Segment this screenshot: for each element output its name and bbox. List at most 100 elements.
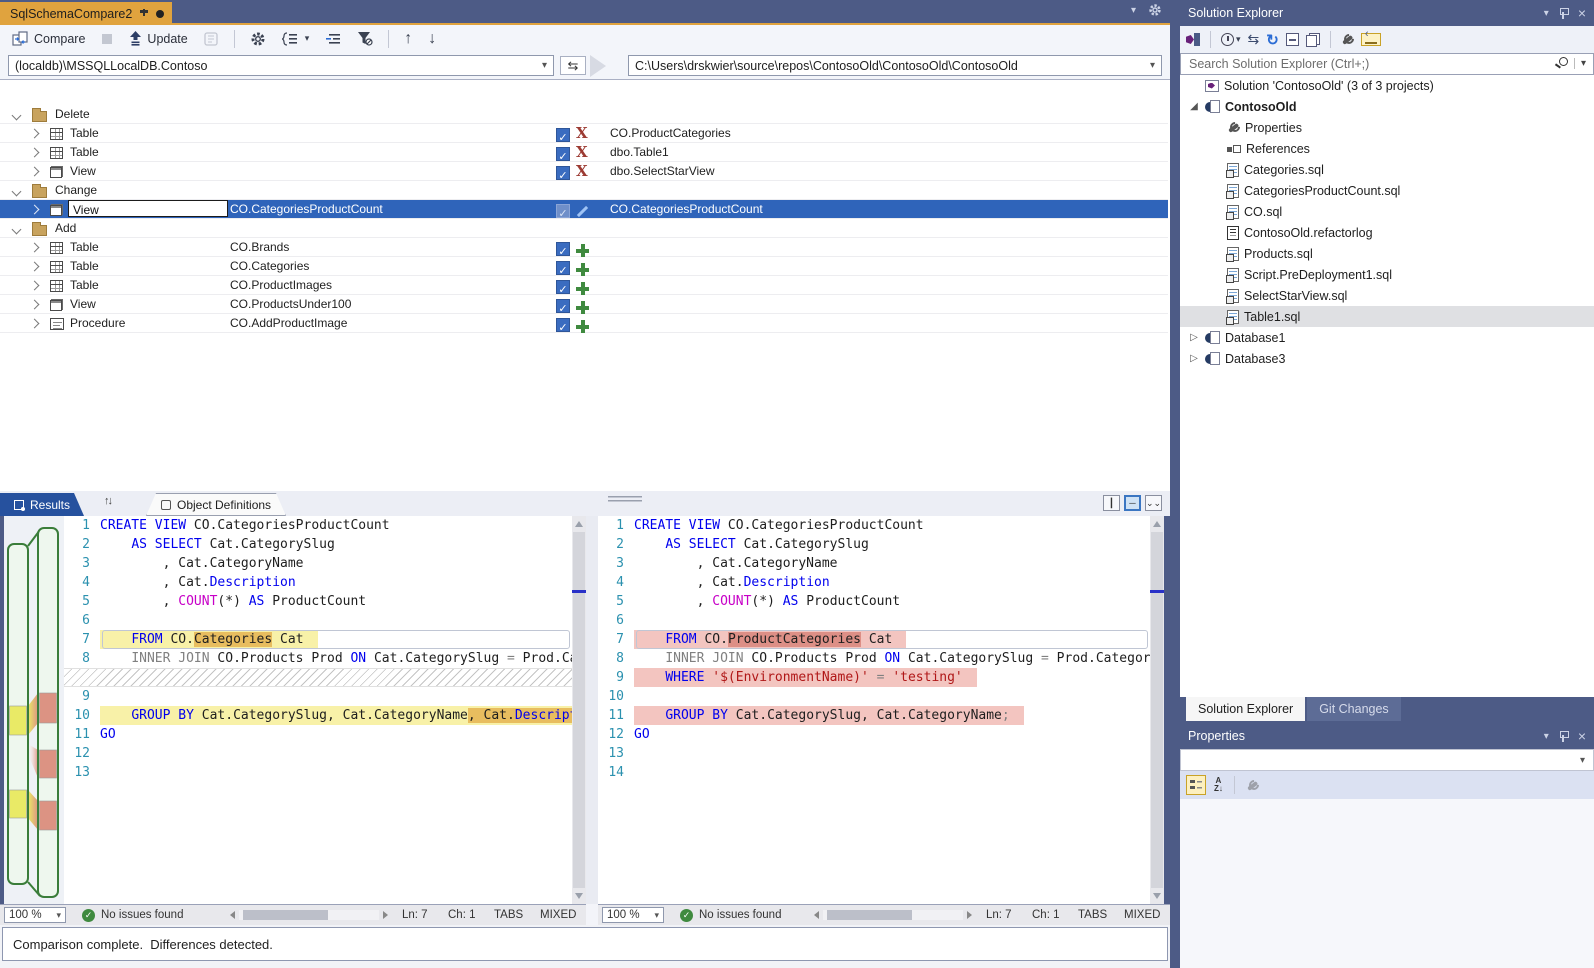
scroll-down-arrow-icon[interactable]	[575, 893, 583, 899]
include-checkbox[interactable]: ✓	[556, 204, 570, 218]
tree-item-database3[interactable]: ▷Database3	[1180, 348, 1594, 369]
pin-icon[interactable]	[1559, 8, 1568, 19]
document-tab-sqlschemacompare[interactable]: SqlSchemaCompare2	[0, 2, 172, 25]
compare-item-row[interactable]: Table✓XCO.ProductCategories	[0, 124, 1168, 143]
chevron-right-icon[interactable]	[30, 205, 40, 215]
tab-object-definitions[interactable]: Object Definitions	[146, 493, 286, 516]
pane-splitter[interactable]	[586, 516, 598, 904]
swap-source-target-button[interactable]: ⇆	[560, 56, 586, 75]
include-checkbox[interactable]: ✓	[556, 280, 570, 294]
pin-icon[interactable]	[1559, 731, 1568, 742]
source-pane-scrollbar[interactable]	[572, 516, 586, 904]
chevron-right-icon[interactable]	[30, 148, 40, 158]
scrollbar-thumb[interactable]	[573, 532, 585, 888]
pin-icon[interactable]	[139, 9, 149, 19]
scroll-up-arrow-icon[interactable]	[1153, 521, 1161, 527]
expand-arrow-icon[interactable]: ▷	[1188, 353, 1200, 364]
vertical-split-button[interactable]: ┃	[1103, 495, 1120, 511]
tree-item-products-sql[interactable]: Products.sql	[1180, 243, 1594, 264]
next-difference-button[interactable]: ↓	[424, 30, 440, 48]
compare-item-row[interactable]: ViewCO.ProductsUnder100✓	[0, 295, 1168, 314]
code-line[interactable]: 2 AS SELECT Cat.CategorySlug	[598, 535, 1150, 554]
gear-icon[interactable]	[1148, 3, 1162, 17]
compare-group-row[interactable]: Change	[0, 181, 1168, 200]
close-icon[interactable]: ×	[1578, 728, 1586, 744]
compare-item-row[interactable]: ProcedureCO.AddProductImage✓	[0, 314, 1168, 333]
compare-item-row[interactable]: View✓Xdbo.SelectStarView	[0, 162, 1168, 181]
code-line[interactable]: 9 WHERE '$(EnvironmentName)' = 'testing'	[598, 668, 1150, 687]
compare-item-row[interactable]: Table✓Xdbo.Table1	[0, 143, 1168, 162]
tree-item-selectstarview-sql[interactable]: SelectStarView.sql	[1180, 285, 1594, 306]
tab-solution-explorer[interactable]: Solution Explorer	[1186, 697, 1305, 721]
tree-item-contosoold-refactorlog[interactable]: ContosoOld.refactorlog	[1180, 222, 1594, 243]
compare-group-row[interactable]: Delete	[0, 105, 1168, 124]
pending-changes-filter-button[interactable]: ▾	[1221, 33, 1241, 46]
tab-results[interactable]: Results	[0, 493, 84, 516]
code-line[interactable]: 13	[64, 763, 572, 782]
source-database-combo[interactable]: (localdb)\MSSQLLocalDB.Contoso ▾	[8, 55, 554, 76]
group-results-dropdown-button[interactable]: ▾	[278, 30, 314, 48]
expand-arrow-icon[interactable]: ▷	[1188, 332, 1200, 343]
search-options-caret-icon[interactable]: ▾	[1574, 58, 1586, 69]
sync-with-active-document-icon[interactable]: ⇆	[1248, 31, 1260, 48]
compare-item-row[interactable]: ViewCO.CategoriesProductCount✓CO.Categor…	[0, 200, 1168, 219]
property-pages-wrench-icon[interactable]	[1246, 779, 1259, 792]
code-line[interactable]: 8 INNER JOIN CO.Products Prod ON Cat.Cat…	[64, 649, 572, 668]
tree-item-solution-contosoold-3-of-3-projects[interactable]: Solution 'ContosoOld' (3 of 3 projects)	[1180, 75, 1594, 96]
update-button[interactable]: Update	[125, 29, 191, 48]
chevron-right-icon[interactable]	[30, 300, 40, 310]
scrollbar-thumb[interactable]	[827, 910, 912, 920]
include-checkbox[interactable]: ✓	[556, 318, 570, 332]
target-code-pane[interactable]: 1CREATE VIEW CO.CategoriesProductCount2 …	[598, 516, 1150, 904]
tab-git-changes[interactable]: Git Changes	[1307, 697, 1400, 721]
code-line[interactable]: 2 AS SELECT Cat.CategorySlug	[64, 535, 572, 554]
code-line[interactable]: 11GO	[64, 725, 572, 744]
zoom-level-combo[interactable]: 100 % ▾	[602, 907, 664, 923]
properties-wrench-icon[interactable]	[1341, 33, 1354, 46]
window-position-chevron-icon[interactable]: ▾	[1544, 731, 1549, 742]
collapse-pane-button[interactable]: ⌄⌄	[1145, 495, 1162, 511]
type-label-edit-cell[interactable]: View	[68, 200, 228, 217]
options-button[interactable]	[246, 29, 270, 49]
target-project-combo[interactable]: C:\Users\drskwier\source\repos\ContosoOl…	[628, 55, 1162, 76]
tree-item-categoriesproductcount-sql[interactable]: CategoriesProductCount.sql	[1180, 180, 1594, 201]
chevron-down-icon[interactable]	[12, 111, 22, 121]
code-line[interactable]: 3 , Cat.CategoryName	[64, 554, 572, 573]
code-line[interactable]: 8 INNER JOIN CO.Products Prod ON Cat.Cat…	[598, 649, 1150, 668]
include-checkbox[interactable]: ✓	[556, 242, 570, 256]
include-checkbox[interactable]: ✓	[556, 128, 570, 142]
code-line[interactable]: 4 , Cat.Description	[598, 573, 1150, 592]
properties-title-bar[interactable]: Properties ▾ ×	[1180, 723, 1594, 749]
close-icon[interactable]: ×	[1578, 5, 1586, 21]
tree-item-database1[interactable]: ▷Database1	[1180, 327, 1594, 348]
code-line[interactable]: 4 , Cat.Description	[64, 573, 572, 592]
scroll-left-arrow-icon[interactable]	[230, 911, 235, 919]
chevron-right-icon[interactable]	[30, 243, 40, 253]
window-position-chevron-icon[interactable]: ▾	[1544, 8, 1549, 19]
scrollbar-thumb[interactable]	[243, 910, 328, 920]
filter-button[interactable]	[353, 29, 377, 48]
scroll-left-arrow-icon[interactable]	[814, 911, 819, 919]
compare-item-row[interactable]: TableCO.Categories✓	[0, 257, 1168, 276]
compare-group-row[interactable]: Add	[0, 219, 1168, 238]
chevron-right-icon[interactable]	[30, 281, 40, 291]
tree-item-script-predeployment1-sql[interactable]: Script.PreDeployment1.sql	[1180, 264, 1594, 285]
scroll-right-arrow-icon[interactable]	[383, 911, 388, 919]
code-line[interactable]: 10 GROUP BY Cat.CategorySlug, Cat.Catego…	[64, 706, 572, 725]
tree-item-categories-sql[interactable]: Categories.sql	[1180, 159, 1594, 180]
alphabetical-sort-button[interactable]: AZ↓	[1214, 777, 1223, 793]
stop-button[interactable]	[97, 31, 117, 47]
code-line[interactable]: 12GO	[598, 725, 1150, 744]
horizontal-scrollbar[interactable]	[814, 910, 972, 920]
tree-item-references[interactable]: References	[1180, 138, 1594, 159]
splitter-grip[interactable]	[608, 495, 642, 503]
code-line[interactable]: 6	[598, 611, 1150, 630]
code-line[interactable]: 7 FROM CO.ProductCategories Cat	[598, 630, 1150, 649]
horizontal-split-button[interactable]: ─	[1124, 495, 1141, 511]
horizontal-scrollbar[interactable]	[230, 910, 388, 920]
code-line[interactable]: 9	[64, 687, 572, 706]
zoom-level-combo[interactable]: 100 % ▾	[4, 907, 66, 923]
code-line[interactable]: 10	[598, 687, 1150, 706]
code-line[interactable]: 5 , COUNT(*) AS ProductCount	[64, 592, 572, 611]
track-active-item-button[interactable]	[1361, 33, 1381, 46]
